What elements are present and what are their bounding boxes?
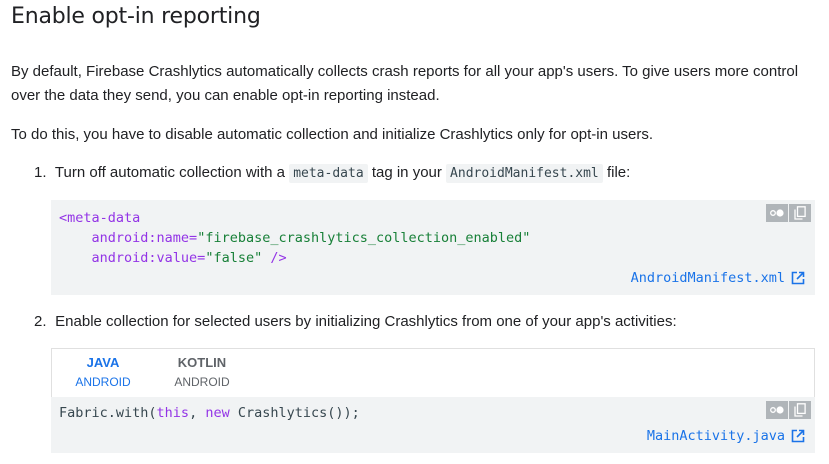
code-block-activity: Fabric.with(this, new Crashlytics()); Ma… xyxy=(51,397,815,453)
code-kw-this: this xyxy=(156,405,190,421)
code-tools-2 xyxy=(766,401,811,419)
step-1-text-c: file: xyxy=(606,164,631,181)
code-tag: <meta-data xyxy=(59,210,141,226)
inline-code-meta-data: meta-data xyxy=(289,164,368,183)
doc-page: Enable opt-in reporting By default, Fire… xyxy=(0,0,829,464)
code-attr-value: android:value= xyxy=(91,250,206,266)
step-1: 1. Turn off automatic collection with a … xyxy=(34,161,630,186)
file-link-manifest[interactable]: AndroidManifest.xml xyxy=(631,268,805,288)
code-comma: , xyxy=(189,405,206,421)
code-manifest: <meta-data android:name="firebase_crashl… xyxy=(59,208,530,268)
tab-kotlin-sub: ANDROID xyxy=(174,375,230,389)
tab-kotlin[interactable]: KOTLIN ANDROID xyxy=(152,349,252,397)
code-kw-new: new xyxy=(205,405,230,421)
inline-code-manifest: AndroidManifest.xml xyxy=(446,164,603,183)
code-activity: Fabric.with(this, new Crashlytics()); xyxy=(59,403,360,423)
tab-java[interactable]: JAVA ANDROID xyxy=(53,349,153,399)
step-1-text-b: tag in your xyxy=(371,164,442,181)
code-tools xyxy=(766,204,811,222)
code-fabric: Fabric.with( xyxy=(59,405,157,421)
tab-java-sub: ANDROID xyxy=(75,375,131,389)
tab-java-label: JAVA xyxy=(86,355,120,370)
language-tabs: JAVA ANDROID KOTLIN ANDROID xyxy=(51,348,815,399)
instructions-paragraph: To do this, you have to disable automati… xyxy=(11,126,653,143)
code-block-manifest: <meta-data android:name="firebase_crashl… xyxy=(51,200,815,295)
code-attr-name: android:name= xyxy=(91,230,198,246)
file-link-activity-label: MainActivity.java xyxy=(646,428,785,444)
intro-paragraph: By default, Firebase Crashlytics automat… xyxy=(11,63,799,104)
code-tag-end: /> xyxy=(262,250,287,266)
step-1-number: 1. xyxy=(34,164,47,181)
page-title: Enable opt-in reporting xyxy=(11,4,261,29)
step-2-text: Enable collection for selected users by … xyxy=(55,313,677,330)
dark-mode-toggle-icon[interactable] xyxy=(766,401,788,419)
copy-icon[interactable] xyxy=(789,401,811,419)
open-in-new-icon xyxy=(791,429,805,443)
dark-mode-toggle-icon[interactable] xyxy=(766,204,788,222)
copy-icon[interactable] xyxy=(789,204,811,222)
step-2-number: 2. xyxy=(34,313,47,330)
file-link-manifest-label: AndroidManifest.xml xyxy=(630,270,785,286)
tab-kotlin-label: KOTLIN xyxy=(177,355,227,370)
code-val-value: "false" xyxy=(205,250,263,266)
code-crashlytics: Crashlytics()); xyxy=(229,405,360,421)
code-val-name: "firebase_crashlytics_collection_enabled… xyxy=(197,230,531,246)
open-in-new-icon xyxy=(791,271,805,285)
step-1-text-a: Turn off automatic collection with a xyxy=(54,164,286,181)
file-link-activity[interactable]: MainActivity.java xyxy=(647,426,805,446)
step-2: 2. Enable collection for selected users … xyxy=(34,310,677,334)
